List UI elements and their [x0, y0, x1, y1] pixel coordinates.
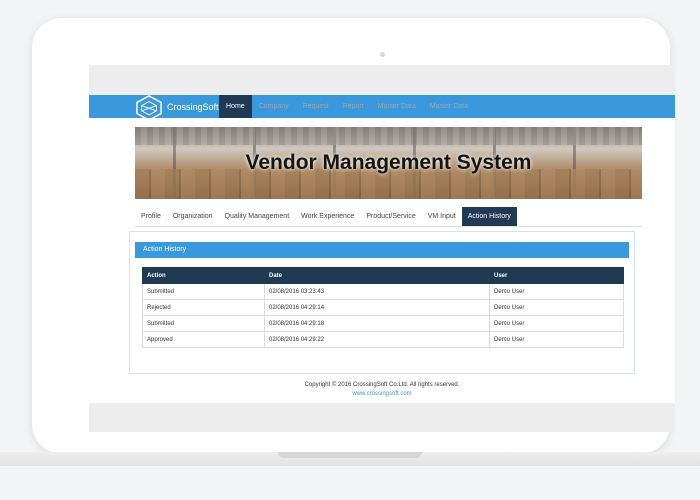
cell-action: Approved	[142, 331, 265, 348]
table-row: Submitted 02/08/2016 03:23:43 Demo User	[142, 283, 624, 300]
cell-date: 02/08/2016 04:29:18	[264, 315, 490, 332]
copyright-text: Copyright © 2016 CrossingSoft Co.Ltd. Al…	[304, 382, 460, 388]
top-strip	[89, 65, 675, 95]
tab-quality-management[interactable]: Quality Management	[219, 207, 296, 226]
column-header-action: Action	[142, 267, 265, 284]
column-header-date: Date	[264, 267, 490, 284]
action-history-table: Action Date User Submitted 02/08/2016 03…	[142, 267, 624, 348]
website-link[interactable]: www.crossingsoft.com	[89, 390, 675, 399]
footer: Copyright © 2016 CrossingSoft Co.Ltd. Al…	[89, 381, 675, 399]
hexagon-cube-logo-icon	[136, 94, 162, 121]
tab-product-service[interactable]: Product/Service	[360, 207, 421, 226]
tab-vm-input[interactable]: VM Input	[422, 207, 462, 226]
cell-date: 02/08/2016 04:29:14	[264, 299, 490, 316]
tab-work-experience[interactable]: Work Experience	[295, 207, 360, 226]
nav-item-master-data-1[interactable]: Master Data	[371, 95, 423, 118]
cell-date: 02/08/2016 04:29:22	[264, 331, 490, 348]
navbar: CrossingSoft Home Company Request Report…	[89, 94, 675, 121]
panel-heading: Action History	[135, 242, 629, 258]
cell-user: Demo User	[489, 283, 624, 300]
camera-dot	[380, 52, 385, 57]
cell-date: 02/08/2016 03:23:43	[264, 283, 490, 300]
nav-item-home[interactable]: Home	[219, 95, 252, 118]
table-header-row: Action Date User	[142, 267, 624, 284]
action-history-panel: Action History Action Date User Submitte…	[129, 231, 635, 374]
table-row: Rejected 02/08/2016 04:29:14 Demo User	[142, 299, 624, 316]
laptop-frame: CrossingSoft Home Company Request Report…	[32, 18, 675, 454]
nav-item-request[interactable]: Request	[296, 95, 336, 118]
tab-bar: Profile Organization Quality Management …	[135, 207, 642, 227]
laptop-base-notch	[278, 452, 422, 458]
tab-profile[interactable]: Profile	[135, 207, 167, 226]
brand[interactable]: CrossingSoft	[135, 94, 219, 121]
brand-name: CrossingSoft	[167, 101, 219, 112]
cell-user: Demo User	[489, 299, 624, 316]
cell-user: Demo User	[489, 331, 624, 348]
banner-title: Vendor Management System	[245, 151, 532, 174]
cell-action: Submitted	[142, 283, 265, 300]
column-header-user: User	[489, 267, 624, 284]
hero-banner: Vendor Management System	[135, 127, 642, 199]
cell-user: Demo User	[489, 315, 624, 332]
cell-action: Submitted	[142, 315, 265, 332]
nav-menu: Home Company Request Report Master Data …	[219, 95, 475, 118]
table-row: Submitted 02/08/2016 04:29:18 Demo User	[142, 315, 624, 332]
screen: CrossingSoft Home Company Request Report…	[89, 65, 675, 432]
tab-action-history[interactable]: Action History	[461, 207, 517, 226]
nav-item-report[interactable]: Report	[336, 95, 371, 118]
nav-item-master-data-2[interactable]: Master Data	[423, 95, 475, 118]
nav-item-company[interactable]: Company	[252, 95, 296, 118]
bottom-strip	[89, 403, 675, 432]
table-row: Approved 02/08/2016 04:29:22 Demo User	[142, 331, 624, 348]
tab-organization[interactable]: Organization	[167, 207, 219, 226]
cell-action: Rejected	[142, 299, 265, 316]
